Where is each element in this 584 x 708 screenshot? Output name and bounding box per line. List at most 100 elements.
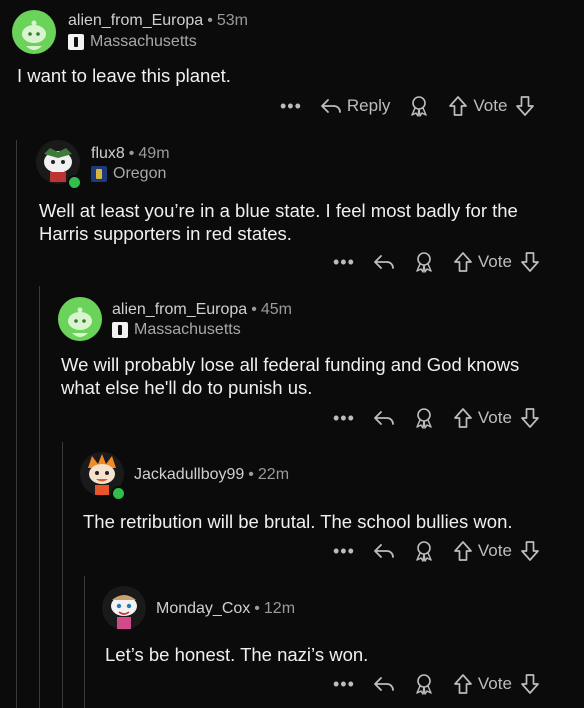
vote-label: Vote: [477, 674, 512, 693]
downvote-button[interactable]: [520, 673, 540, 695]
downvote-arrow-icon: [521, 674, 539, 694]
reply-button[interactable]: [373, 253, 395, 271]
online-status-badge: [111, 486, 126, 501]
username-link[interactable]: Jackadullboy99: [134, 466, 244, 483]
username-link[interactable]: Monday_Cox: [156, 600, 250, 617]
award-button[interactable]: [413, 673, 435, 695]
massachusetts-flag-icon: [68, 34, 84, 50]
award-icon: [416, 408, 432, 429]
downvote-arrow-icon: [521, 408, 539, 428]
flair-text: Massachusetts: [90, 33, 197, 50]
vote-label: Vote: [477, 252, 512, 271]
comment-actions: ••• Vote: [333, 407, 540, 429]
separator-dot: •: [254, 600, 260, 617]
oregon-flag-icon: [91, 166, 107, 182]
comment-body: We will probably lose all federal fundin…: [61, 353, 519, 399]
reply-button[interactable]: [373, 409, 395, 427]
reply-arrow-icon: [374, 255, 394, 269]
upvote-arrow-icon: [449, 96, 468, 116]
vote-label: Vote: [477, 541, 512, 560]
timestamp: 53m: [216, 12, 248, 29]
award-button[interactable]: [413, 251, 435, 273]
user-flair: Massachusetts: [68, 33, 197, 51]
reply-arrow-icon: [374, 677, 394, 691]
username-link[interactable]: alien_from_Europa: [68, 12, 203, 29]
reply-label: Reply: [346, 96, 391, 115]
more-options-button[interactable]: •••: [333, 253, 355, 271]
downvote-button[interactable]: [515, 95, 535, 117]
avatar[interactable]: [102, 586, 146, 630]
thread-line: [39, 286, 40, 708]
downvote-arrow-icon: [521, 252, 539, 272]
comment-body: Well at least you’re in a blue state. I …: [39, 199, 518, 245]
snoo-avatar-icon: [22, 20, 46, 50]
comment-actions: ••• Vote: [333, 540, 540, 562]
comment-header: Monday_Cox • 12m: [156, 600, 295, 618]
reply-arrow-icon: [374, 544, 394, 558]
reply-button[interactable]: Reply: [320, 96, 390, 116]
upvote-button[interactable]: Vote: [453, 540, 512, 562]
timestamp: 49m: [138, 145, 170, 162]
comment-body: The retribution will be brutal. The scho…: [83, 511, 513, 532]
user-flair: Massachusetts: [112, 321, 241, 339]
comment-header: flux8 • 49m: [91, 145, 170, 163]
comment-body-line: We will probably lose all federal fundin…: [61, 354, 520, 375]
downvote-button[interactable]: [520, 540, 540, 562]
award-icon: [416, 252, 432, 273]
upvote-arrow-icon: [454, 674, 472, 694]
more-options-button[interactable]: •••: [280, 97, 302, 115]
flair-text: Massachusetts: [134, 321, 241, 338]
downvote-button[interactable]: [520, 251, 540, 273]
reply-button[interactable]: [373, 542, 395, 560]
username-link[interactable]: alien_from_Europa: [112, 301, 247, 318]
avatar[interactable]: [12, 10, 56, 54]
timestamp: 12m: [263, 600, 296, 617]
timestamp: 45m: [260, 301, 292, 318]
award-icon: [416, 541, 432, 562]
timestamp: 22m: [257, 466, 290, 483]
avatar[interactable]: [58, 297, 102, 341]
separator-dot: •: [207, 12, 213, 29]
more-options-button[interactable]: •••: [333, 542, 355, 560]
comment-body-line: Well at least you’re in a blue state. I …: [39, 200, 518, 221]
massachusetts-flag-icon: [112, 322, 128, 338]
snoo-avatar-icon: [68, 307, 92, 337]
thread-line: [84, 576, 85, 708]
upvote-arrow-icon: [454, 541, 472, 561]
separator-dot: •: [248, 466, 254, 483]
thread-line: [16, 140, 17, 708]
comment-body-line: what else he'll do to punish us.: [61, 377, 313, 398]
username-link[interactable]: flux8: [91, 145, 125, 162]
upvote-arrow-icon: [454, 408, 472, 428]
award-icon: [411, 96, 428, 117]
separator-dot: •: [251, 301, 257, 318]
reply-arrow-icon: [374, 411, 394, 425]
upvote-button[interactable]: Vote: [453, 251, 512, 273]
flair-text: Oregon: [113, 165, 167, 182]
comment-actions: ••• Vote: [333, 251, 540, 273]
award-button[interactable]: [413, 407, 435, 429]
more-options-button[interactable]: •••: [333, 675, 355, 693]
upvote-button[interactable]: Vote: [453, 407, 512, 429]
comment-actions: ••• Reply Vote: [280, 95, 535, 117]
comment-body: I want to leave this planet.: [17, 65, 231, 86]
user-flair: Oregon: [91, 165, 166, 183]
downvote-button[interactable]: [520, 407, 540, 429]
comment-actions: ••• Vote: [333, 673, 540, 695]
comment-header: alien_from_Europa • 45m: [112, 301, 292, 319]
reply-button[interactable]: [373, 675, 395, 693]
downvote-arrow-icon: [516, 96, 535, 116]
upvote-button[interactable]: Vote: [448, 95, 507, 117]
award-button[interactable]: [413, 540, 435, 562]
award-icon: [416, 674, 432, 695]
more-options-button[interactable]: •••: [333, 409, 355, 427]
downvote-arrow-icon: [521, 541, 539, 561]
comment-body: Let’s be honest. The nazi’s won.: [105, 644, 369, 665]
comment-header: alien_from_Europa • 53m: [68, 12, 248, 30]
separator-dot: •: [128, 145, 135, 162]
comment-body-line: Harris supporters in red states.: [39, 223, 292, 244]
upvote-arrow-icon: [454, 252, 472, 272]
upvote-button[interactable]: Vote: [453, 673, 512, 695]
award-button[interactable]: [408, 95, 430, 117]
vote-label: Vote: [473, 96, 508, 115]
